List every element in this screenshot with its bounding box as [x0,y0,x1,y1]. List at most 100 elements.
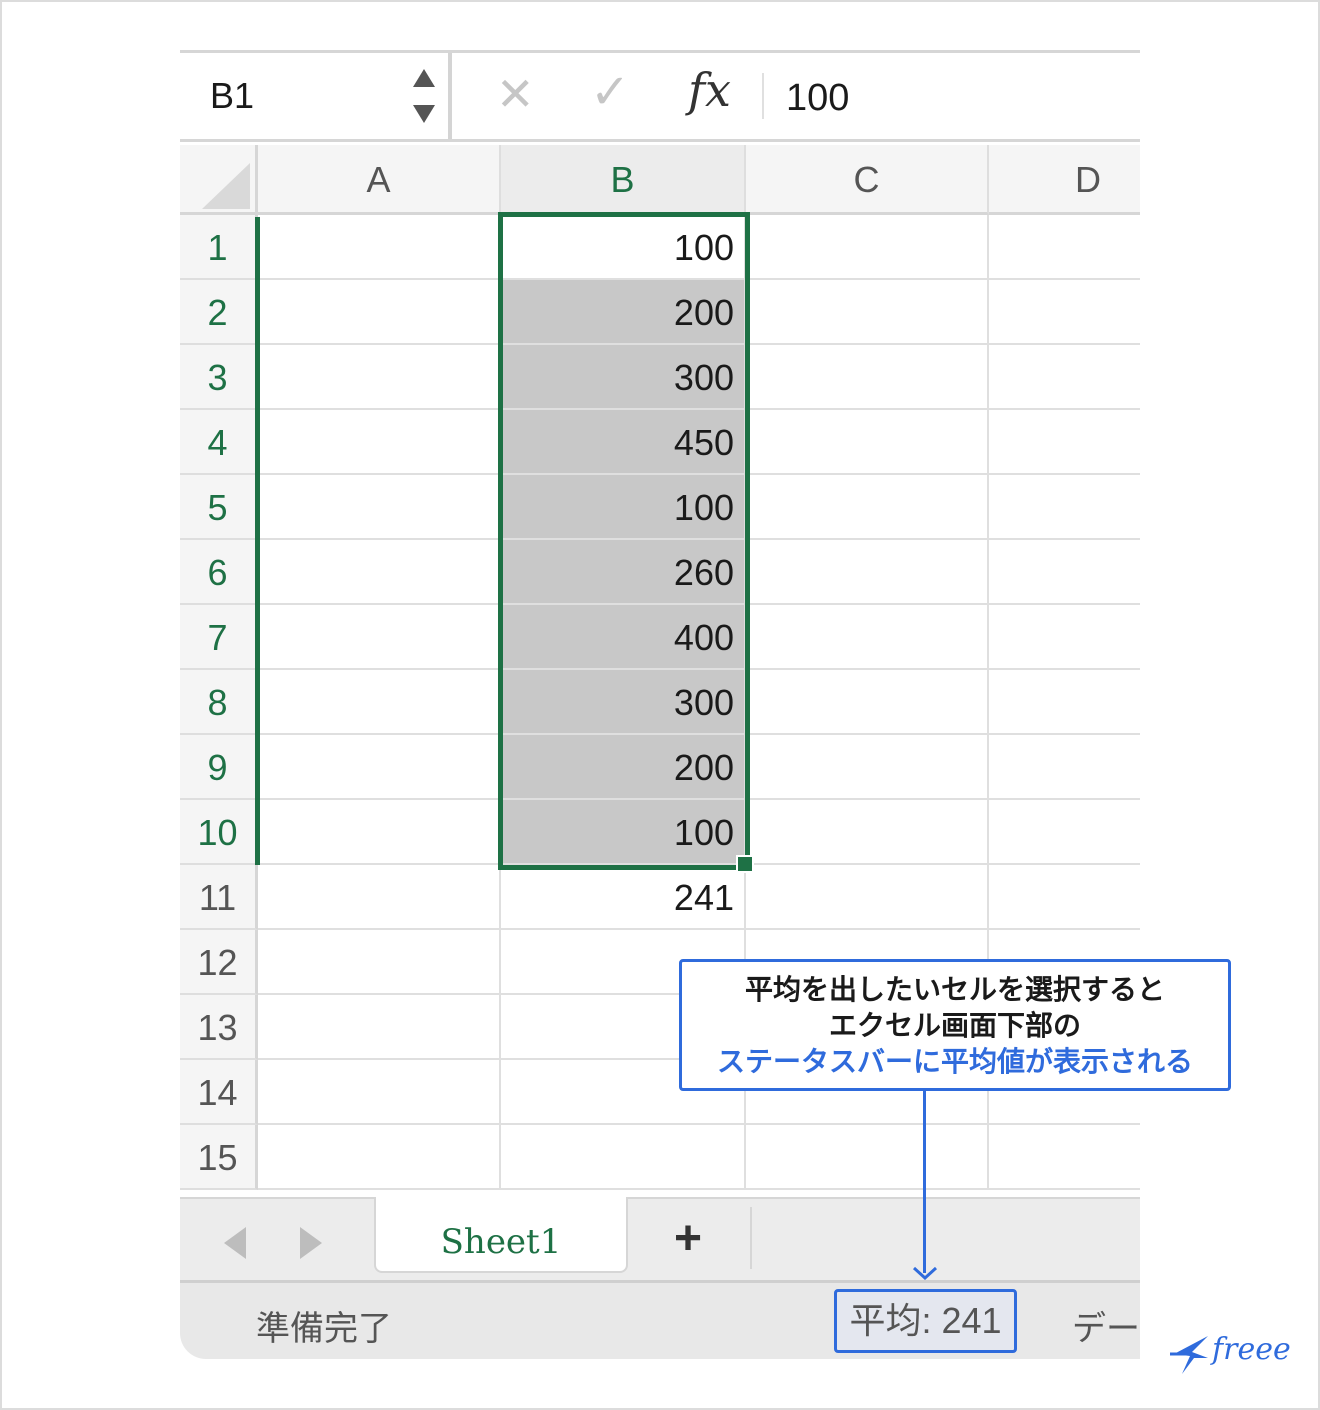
cell-d3[interactable] [989,345,1140,410]
row-header[interactable]: 10 [180,800,258,865]
cell-a15[interactable] [258,1125,501,1190]
stepper-icon[interactable] [412,69,438,125]
status-bar: 準備完了 平均: 241 デー [180,1283,1140,1359]
sheet-tab-bar: Sheet1 + [180,1197,1140,1283]
cell-a3[interactable] [258,345,501,410]
cell-b7[interactable]: 400 [501,605,746,670]
cell-d4[interactable] [989,410,1140,475]
row-header[interactable]: 11 [180,865,258,930]
cell-b2[interactable]: 200 [501,280,746,345]
row-header[interactable]: 5 [180,475,258,540]
cell-d11[interactable] [989,865,1140,930]
callout-connector [923,1091,926,1273]
cell-a2[interactable] [258,280,501,345]
cell-a8[interactable] [258,670,501,735]
cell-a14[interactable] [258,1060,501,1125]
fill-handle[interactable] [736,855,754,873]
enter-icon[interactable]: ✓ [590,69,630,117]
cell-a12[interactable] [258,930,501,995]
cell-a11[interactable] [258,865,501,930]
cell-b11[interactable]: 241 [501,865,746,930]
cell-d5[interactable] [989,475,1140,540]
select-all-icon[interactable] [180,145,258,215]
cell-b1[interactable]: 100 [501,215,746,280]
column-header-a[interactable]: A [258,145,501,215]
cell-a13[interactable] [258,995,501,1060]
cell-c11[interactable] [746,865,989,930]
name-box-value: B1 [210,75,255,116]
column-header-c[interactable]: C [746,145,989,215]
name-box[interactable]: B1 [180,53,452,139]
row-header[interactable]: 14 [180,1060,258,1125]
formula-bar: B1 ✕ ✓ fx 100 [180,50,1140,142]
callout-line-2: エクセル画面下部の [828,1010,1081,1041]
row-header[interactable]: 3 [180,345,258,410]
status-data-count[interactable]: デー [1072,1301,1140,1350]
cell-b8[interactable]: 300 [501,670,746,735]
cell-c4[interactable] [746,410,989,475]
row-header[interactable]: 7 [180,605,258,670]
cell-d9[interactable] [989,735,1140,800]
cell-d2[interactable] [989,280,1140,345]
cell-c5[interactable] [746,475,989,540]
row-header[interactable]: 6 [180,540,258,605]
row-header[interactable]: 13 [180,995,258,1060]
status-ready: 準備完了 [256,1310,392,1348]
arrow-down-icon[interactable] [413,105,435,123]
cell-c10[interactable] [746,800,989,865]
cell-c3[interactable] [746,345,989,410]
select-all-triangle [202,163,250,209]
cell-c1[interactable] [746,215,989,280]
cell-d15[interactable] [989,1125,1140,1190]
cell-c9[interactable] [746,735,989,800]
cancel-icon[interactable]: ✕ [496,71,535,117]
row-header[interactable]: 4 [180,410,258,475]
arrow-up-icon[interactable] [413,69,435,87]
cell-b15[interactable] [501,1125,746,1190]
callout-line-1: 平均を出したいセルを選択すると [744,974,1165,1005]
add-sheet-icon[interactable]: + [674,1211,702,1266]
cell-d8[interactable] [989,670,1140,735]
freee-bird-icon [1170,1336,1208,1374]
cell-c8[interactable] [746,670,989,735]
cell-a1[interactable] [258,215,501,280]
cell-a9[interactable] [258,735,501,800]
row-header[interactable]: 9 [180,735,258,800]
callout-box: 平均を出したいセルを選択すると エクセル画面下部の ステータスバーに平均値が表示… [679,959,1231,1091]
row-header[interactable]: 1 [180,215,258,280]
status-average[interactable]: 平均: 241 [834,1289,1017,1353]
column-header-d[interactable]: D [989,145,1140,215]
cell-b9[interactable]: 200 [501,735,746,800]
cell-c6[interactable] [746,540,989,605]
cell-b5[interactable]: 100 [501,475,746,540]
formula-input[interactable]: 100 [786,77,849,120]
cell-a6[interactable] [258,540,501,605]
cell-a4[interactable] [258,410,501,475]
fx-icon[interactable]: fx [688,67,731,113]
row-header[interactable]: 2 [180,280,258,345]
row-header[interactable]: 15 [180,1125,258,1190]
cell-d6[interactable] [989,540,1140,605]
cell-d1[interactable] [989,215,1140,280]
cell-b10[interactable]: 100 [501,800,746,865]
arrow-down-icon [912,1266,938,1280]
row-header[interactable]: 12 [180,930,258,995]
prev-sheet-icon[interactable] [224,1227,246,1259]
cell-b6[interactable]: 260 [501,540,746,605]
cell-a7[interactable] [258,605,501,670]
cell-c2[interactable] [746,280,989,345]
row-header[interactable]: 8 [180,670,258,735]
column-header-b[interactable]: B [501,145,746,215]
cell-a5[interactable] [258,475,501,540]
cell-d7[interactable] [989,605,1140,670]
cell-d10[interactable] [989,800,1140,865]
sheet-tab-sheet1[interactable]: Sheet1 [374,1197,628,1273]
cell-b4[interactable]: 450 [501,410,746,475]
next-sheet-icon[interactable] [300,1227,322,1259]
cell-b3[interactable]: 300 [501,345,746,410]
tab-divider [750,1207,752,1269]
cell-c15[interactable] [746,1125,989,1190]
cell-c7[interactable] [746,605,989,670]
formula-divider [762,73,764,119]
cell-a10[interactable] [258,800,501,865]
